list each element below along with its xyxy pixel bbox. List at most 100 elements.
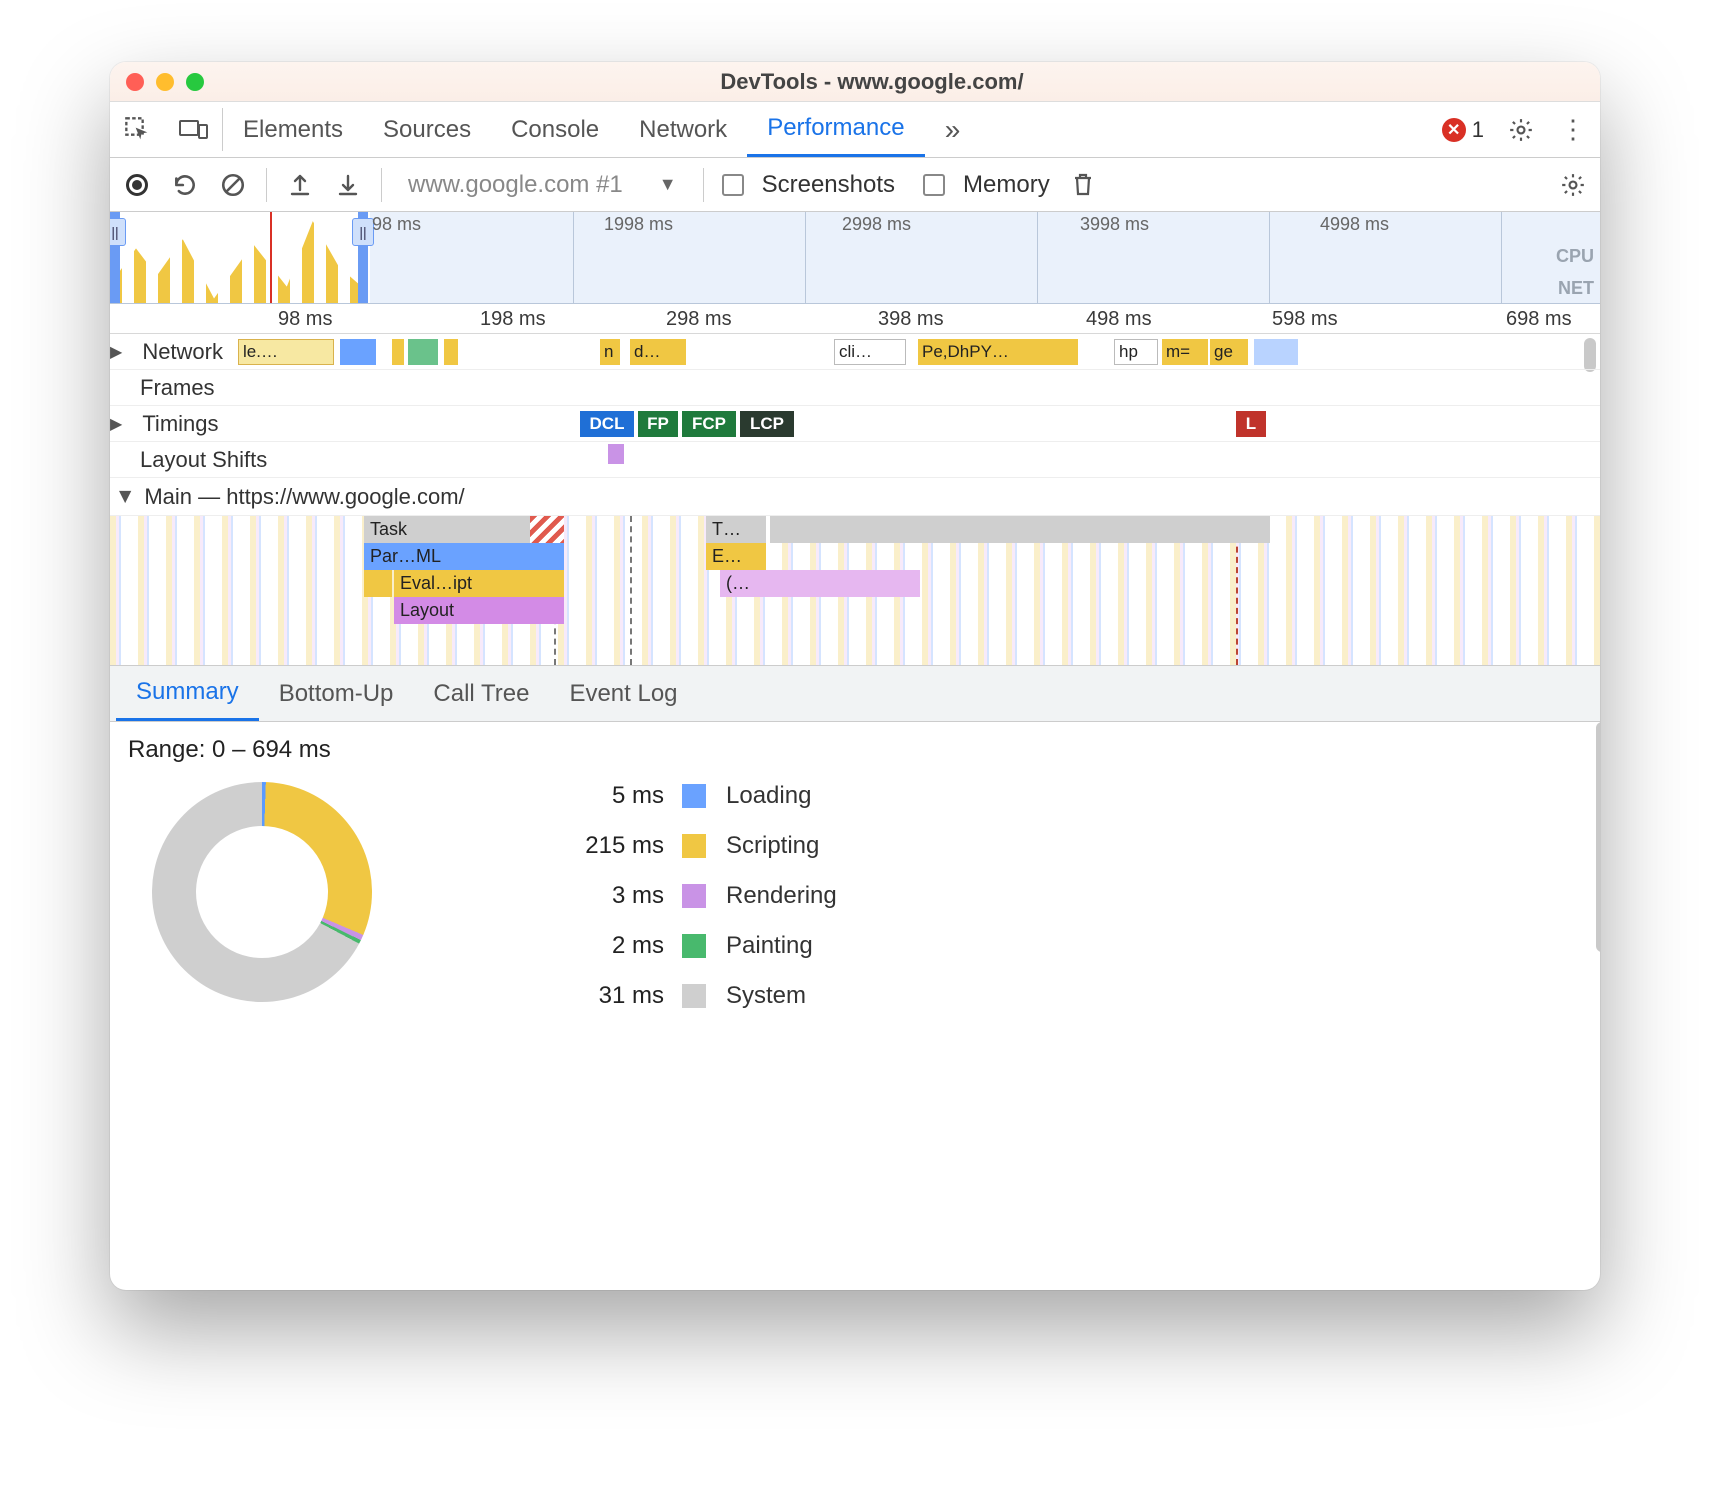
tab-performance[interactable]: Performance [747, 102, 924, 157]
scrollbar-thumb[interactable] [1596, 722, 1600, 952]
layout-shift-block[interactable] [608, 444, 624, 464]
time-ruler[interactable]: 98 ms198 ms298 ms398 ms498 ms598 ms698 m… [110, 304, 1600, 334]
layout-shifts-track[interactable]: Layout Shifts [110, 442, 1600, 478]
summary-range: Range: 0 – 694 ms [128, 736, 1582, 764]
details-tab-call-tree[interactable]: Call Tree [413, 666, 549, 721]
legend-ms: 5 ms [554, 782, 664, 810]
ruler-tick: 98 ms [278, 308, 332, 331]
overview-strip[interactable]: || || 98 ms 1998 ms 2998 ms 3998 ms 4998… [110, 212, 1600, 304]
ruler-tick: 298 ms [666, 308, 732, 331]
network-block[interactable]: ge [1210, 339, 1248, 365]
memory-checkbox[interactable] [923, 174, 945, 196]
timings-track[interactable]: ▶ Timings DCLFPFCPLCPL [110, 406, 1600, 442]
flame-block[interactable]: Par…ML [364, 543, 564, 570]
flame-block[interactable] [770, 516, 1270, 543]
panel-tabbar: ElementsSourcesConsoleNetworkPerformance… [110, 102, 1600, 158]
network-block[interactable]: cli… [834, 339, 906, 365]
network-block[interactable]: d… [630, 339, 686, 365]
overview-tick: 2998 ms [842, 214, 911, 235]
titlebar: DevTools - www.google.com/ [110, 62, 1600, 102]
frames-track[interactable]: Frames [110, 370, 1600, 406]
window-controls [110, 73, 204, 91]
legend-swatch [682, 884, 706, 908]
close-window-icon[interactable] [126, 73, 144, 91]
details-tab-summary[interactable]: Summary [116, 666, 259, 721]
overview-minimap [110, 212, 370, 303]
kebab-menu-icon[interactable]: ⋮ [1558, 115, 1588, 145]
network-block[interactable]: Pe,DhPY… [918, 339, 1078, 365]
error-count: 1 [1472, 117, 1484, 143]
inspect-icon[interactable] [110, 102, 166, 157]
upload-profile-button[interactable] [285, 170, 315, 200]
timing-marker-l[interactable]: L [1236, 411, 1266, 437]
network-block[interactable]: m= [1162, 339, 1208, 365]
performance-toolbar: www.google.com #1 ▼ Screenshots Memory [110, 158, 1600, 212]
zoom-window-icon[interactable] [186, 73, 204, 91]
memory-label: Memory [963, 171, 1050, 199]
overview-marker [270, 212, 272, 303]
network-block[interactable] [340, 339, 376, 365]
network-block[interactable] [392, 339, 404, 365]
tabs-overflow-icon[interactable]: » [925, 102, 981, 157]
profile-name: www.google.com #1 [408, 171, 623, 199]
screenshots-label: Screenshots [762, 171, 895, 199]
frames-track-label: Frames [110, 375, 215, 401]
network-block[interactable] [444, 339, 458, 365]
summary-legend: 5 msLoading215 msScripting3 msRendering2… [554, 782, 837, 1010]
summary-panel: Range: 0 – 694 ms 694 ms 5 msLoading215 … [110, 722, 1600, 1012]
legend-ms: 3 ms [554, 882, 664, 910]
tracks-area: ▶ Network le.…nd…cli…Pe,DhPY…hpm=ge Fram… [110, 334, 1600, 666]
chevron-down-icon: ▼ [659, 174, 677, 195]
details-tabbar: SummaryBottom-UpCall TreeEvent Log [110, 666, 1600, 722]
overview-handle-right[interactable]: || [358, 212, 368, 303]
flame-block[interactable] [364, 570, 392, 597]
device-toggle-icon[interactable] [166, 102, 222, 157]
timing-marker-lcp[interactable]: LCP [740, 411, 794, 437]
network-block[interactable]: hp [1114, 339, 1158, 365]
flame-block[interactable]: Layout [394, 597, 564, 624]
overview-tick: 1998 ms [604, 214, 673, 235]
devtools-window: DevTools - www.google.com/ ElementsSourc… [110, 62, 1600, 1290]
tab-console[interactable]: Console [491, 102, 619, 157]
timing-marker-dcl[interactable]: DCL [580, 411, 634, 437]
settings-icon[interactable] [1506, 115, 1536, 145]
capture-settings-icon[interactable] [1558, 170, 1588, 200]
network-block[interactable] [408, 339, 438, 365]
record-button[interactable] [122, 170, 152, 200]
trash-icon[interactable] [1068, 170, 1098, 200]
download-profile-button[interactable] [333, 170, 363, 200]
flame-chart[interactable]: TaskT…Par…MLE…Eval…ipt(…Layout [110, 516, 1600, 666]
flame-block[interactable]: Eval…ipt [394, 570, 564, 597]
minimize-window-icon[interactable] [156, 73, 174, 91]
profile-selector[interactable]: www.google.com #1 ▼ [400, 171, 685, 199]
legend-swatch [682, 934, 706, 958]
network-track[interactable]: ▶ Network le.…nd…cli…Pe,DhPY…hpm=ge [110, 334, 1600, 370]
legend-swatch [682, 784, 706, 808]
overview-handle-left[interactable]: || [110, 212, 120, 303]
reload-record-button[interactable] [170, 170, 200, 200]
errors-badge[interactable]: ✕ 1 [1442, 117, 1484, 143]
tab-elements[interactable]: Elements [223, 102, 363, 157]
ruler-tick: 198 ms [480, 308, 546, 331]
collapse-icon[interactable]: ▶ [116, 490, 136, 502]
flame-block[interactable]: (… [720, 570, 920, 597]
network-block[interactable]: n [600, 339, 620, 365]
flame-block[interactable]: T… [706, 516, 766, 543]
network-block[interactable] [1254, 339, 1298, 365]
ruler-tick: 398 ms [878, 308, 944, 331]
flame-block[interactable]: E… [706, 543, 766, 570]
screenshots-checkbox[interactable] [722, 174, 744, 196]
legend-ms: 31 ms [554, 982, 664, 1010]
clear-button[interactable] [218, 170, 248, 200]
tab-sources[interactable]: Sources [363, 102, 491, 157]
overview-tick: 98 ms [372, 214, 421, 235]
timing-marker-fcp[interactable]: FCP [682, 411, 736, 437]
network-block[interactable]: le.… [238, 339, 334, 365]
legend-swatch [682, 834, 706, 858]
timing-marker-fp[interactable]: FP [638, 411, 678, 437]
details-tab-event-log[interactable]: Event Log [549, 666, 697, 721]
details-tab-bottom-up[interactable]: Bottom-Up [259, 666, 414, 721]
legend-ms: 2 ms [554, 932, 664, 960]
tab-network[interactable]: Network [619, 102, 747, 157]
main-track-header[interactable]: ▶ Main — https://www.google.com/ [110, 478, 1600, 516]
